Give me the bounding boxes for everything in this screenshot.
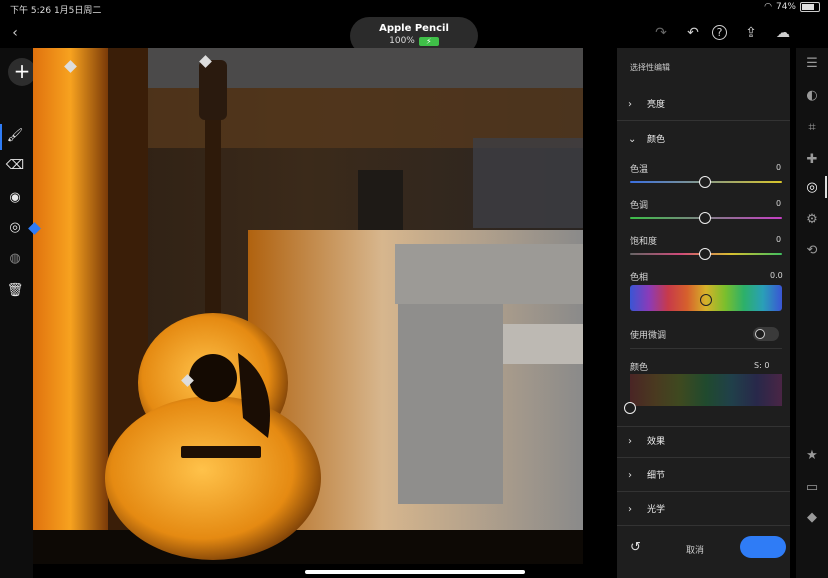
color-picker-field[interactable] — [630, 374, 782, 406]
battery-icon — [800, 2, 820, 12]
undo-icon[interactable]: ↶ — [684, 24, 702, 42]
section-label: 光学 — [647, 505, 666, 515]
saturation-value: 0 — [776, 235, 782, 244]
guitar-photo — [33, 48, 583, 564]
divider — [630, 348, 782, 349]
selective-edit-panel: 选择性编辑 › 亮度 ⌄ 颜色 色温 0 色调 0 饱和度 0 色相 0.0 使… — [617, 48, 790, 578]
section-optics[interactable]: › 光学 — [617, 495, 790, 526]
back-chevron-icon[interactable]: ‹ — [6, 24, 24, 42]
chevron-right-icon: › — [628, 436, 632, 447]
pencil-title: Apple Pencil — [379, 23, 449, 34]
temp-slider-knob[interactable] — [699, 176, 711, 188]
trash-icon[interactable]: 🗑 — [0, 277, 30, 305]
hue-value: 0.0 — [770, 271, 783, 280]
versions-icon[interactable]: ⚙ — [796, 212, 828, 227]
pencil-status: 100% ⚡ — [350, 36, 478, 46]
hue-label: 色相 — [630, 273, 649, 283]
chevron-down-icon: ⌄ — [628, 134, 637, 145]
cancel-label[interactable]: 取消 — [686, 543, 704, 556]
healing-icon[interactable]: ✚ — [796, 152, 828, 167]
chevron-right-icon: › — [628, 99, 632, 110]
section-label: 亮度 — [647, 100, 666, 110]
share-icon[interactable]: ⇪ — [742, 24, 760, 42]
tag-icon[interactable]: ◆ — [796, 510, 828, 525]
section-label: 颜色 — [647, 135, 666, 145]
done-button[interactable] — [740, 536, 786, 558]
edit-sliders-icon[interactable]: ☰ — [796, 56, 828, 71]
active-rail-indicator — [825, 176, 827, 198]
brush-icon[interactable]: 🖌 — [0, 122, 30, 150]
presets-icon[interactable]: ◐ — [796, 88, 828, 103]
saturation-slider-knob[interactable] — [699, 248, 711, 260]
star-icon[interactable]: ★ — [796, 448, 828, 463]
comment-icon[interactable]: ▭ — [796, 480, 828, 495]
charging-icon: ⚡ — [418, 36, 439, 46]
tint-label: 色调 — [630, 201, 649, 211]
section-label: 细节 — [647, 471, 666, 481]
fine-tune-toggle[interactable] — [753, 327, 779, 341]
hue-slider-knob[interactable] — [700, 294, 712, 306]
masking-icon[interactable]: ◎ — [796, 180, 828, 195]
wifi-icon: ◠ — [764, 2, 772, 12]
color-picker-knob[interactable] — [624, 402, 636, 414]
section-light[interactable]: › 亮度 — [617, 90, 790, 121]
battery-percent: 74% — [775, 2, 796, 12]
chevron-right-icon: › — [628, 504, 632, 515]
saturation-label: 饱和度 — [630, 237, 658, 247]
temp-label: 色温 — [630, 165, 649, 175]
section-detail[interactable]: › 细节 — [617, 461, 790, 492]
section-effects[interactable]: › 效果 — [617, 426, 790, 458]
crop-icon[interactable]: ⌗ — [796, 120, 828, 135]
eraser-icon[interactable]: ⌫ — [0, 152, 30, 180]
color-saturation-value: S: 0 — [754, 361, 770, 370]
edit-icon-rail: ☰ ◐ ⌗ ✚ ◎ ⚙ ⟲ ★ ▭ ◆ — [796, 48, 828, 578]
redo-icon[interactable]: ↷ — [652, 24, 670, 42]
status-bar: 下午 5:26 1月5日周二 ◠ 74% — [0, 0, 828, 18]
history-icon[interactable]: ⟲ — [796, 243, 828, 258]
tint-value: 0 — [776, 199, 782, 208]
add-mask-button[interactable]: + — [8, 58, 36, 86]
section-color[interactable]: ⌄ 颜色 — [617, 125, 790, 155]
help-icon[interactable]: ? — [712, 25, 727, 40]
photo-canvas[interactable] — [33, 48, 583, 564]
tint-slider-knob[interactable] — [699, 212, 711, 224]
reset-icon[interactable]: ↺ — [630, 540, 641, 555]
pencil-percent: 100% — [389, 36, 415, 46]
radial-gradient-icon[interactable]: ◉ — [0, 184, 30, 212]
cloud-add-icon[interactable]: ☁ — [772, 24, 794, 42]
range-mask-icon[interactable]: ◍ — [0, 245, 30, 273]
panel-header: 选择性编辑 — [630, 63, 670, 72]
status-indicators: ◠ 74% — [764, 2, 820, 12]
temp-value: 0 — [776, 163, 782, 172]
home-indicator — [305, 570, 525, 574]
fine-tune-label: 使用微调 — [630, 331, 667, 341]
color-label: 颜色 — [630, 363, 649, 373]
status-time: 下午 5:26 1月5日周二 — [10, 6, 102, 16]
chevron-right-icon: › — [628, 470, 632, 481]
linear-gradient-icon[interactable]: ◎ — [0, 214, 30, 242]
section-label: 效果 — [647, 437, 666, 447]
